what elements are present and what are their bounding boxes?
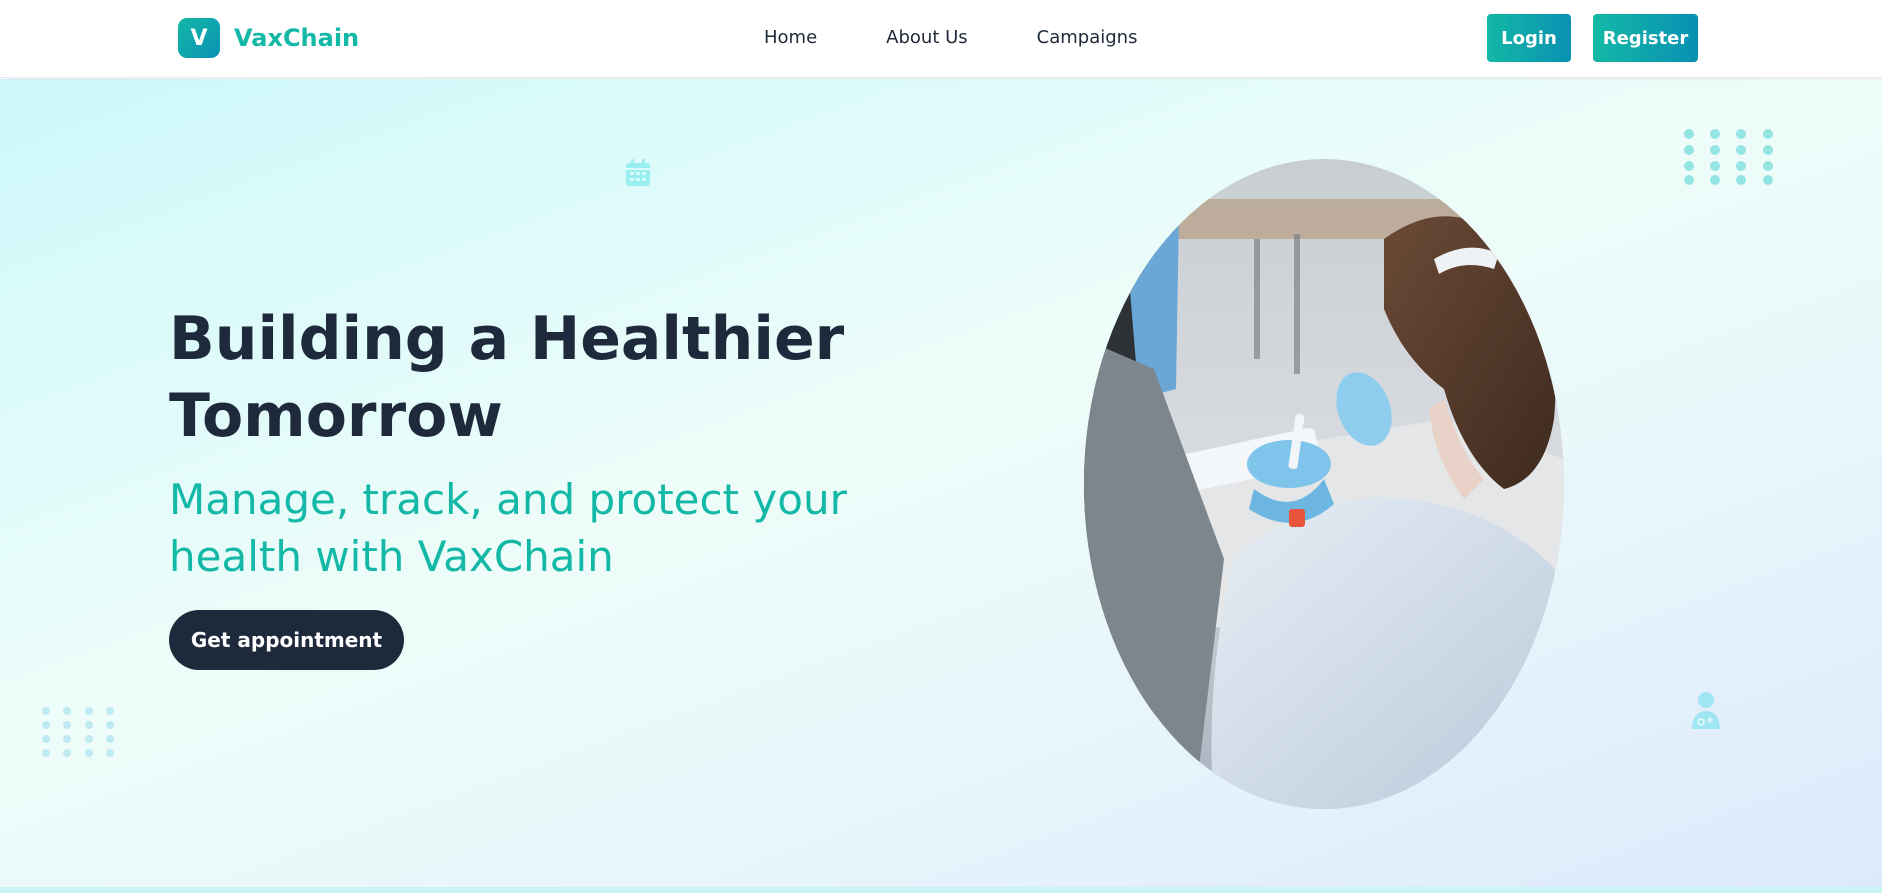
- nav-link-about-us[interactable]: About Us: [886, 27, 968, 48]
- logo-icon: V: [178, 18, 220, 58]
- hero-subtitle-line-2: health with VaxChain: [169, 532, 614, 581]
- hero-bottom-border: [0, 887, 1882, 893]
- hero-section: Building a Healthier Tomorrow Manage, tr…: [0, 79, 1882, 889]
- login-button[interactable]: Login: [1487, 14, 1571, 62]
- brand-logo[interactable]: V VaxChain: [178, 18, 359, 58]
- hero-title: Building a Healthier Tomorrow: [169, 301, 949, 455]
- doctor-icon: [1690, 691, 1722, 735]
- hero-title-line-1: Building a Healthier: [169, 304, 845, 374]
- lab-worker-photo: [1084, 159, 1564, 809]
- hero-subtitle: Manage, track, and protect your health w…: [169, 471, 949, 585]
- navbar: V VaxChain Home About Us Campaigns Login…: [0, 0, 1882, 78]
- hero-title-line-2: Tomorrow: [169, 381, 503, 451]
- dot-grid-decoration: [39, 705, 119, 764]
- nav-link-home[interactable]: Home: [764, 27, 817, 48]
- brand-name: VaxChain: [234, 24, 360, 52]
- get-appointment-button[interactable]: Get appointment: [169, 610, 404, 670]
- nav-link-campaigns[interactable]: Campaigns: [1037, 27, 1138, 48]
- main-nav: Home About Us Campaigns: [764, 27, 1206, 48]
- hero-photo: [1084, 159, 1564, 809]
- calendar-icon: [624, 158, 652, 192]
- dot-grid-decoration: [1680, 126, 1780, 190]
- hero-subtitle-line-1: Manage, track, and protect your: [169, 475, 847, 524]
- register-button[interactable]: Register: [1593, 14, 1698, 62]
